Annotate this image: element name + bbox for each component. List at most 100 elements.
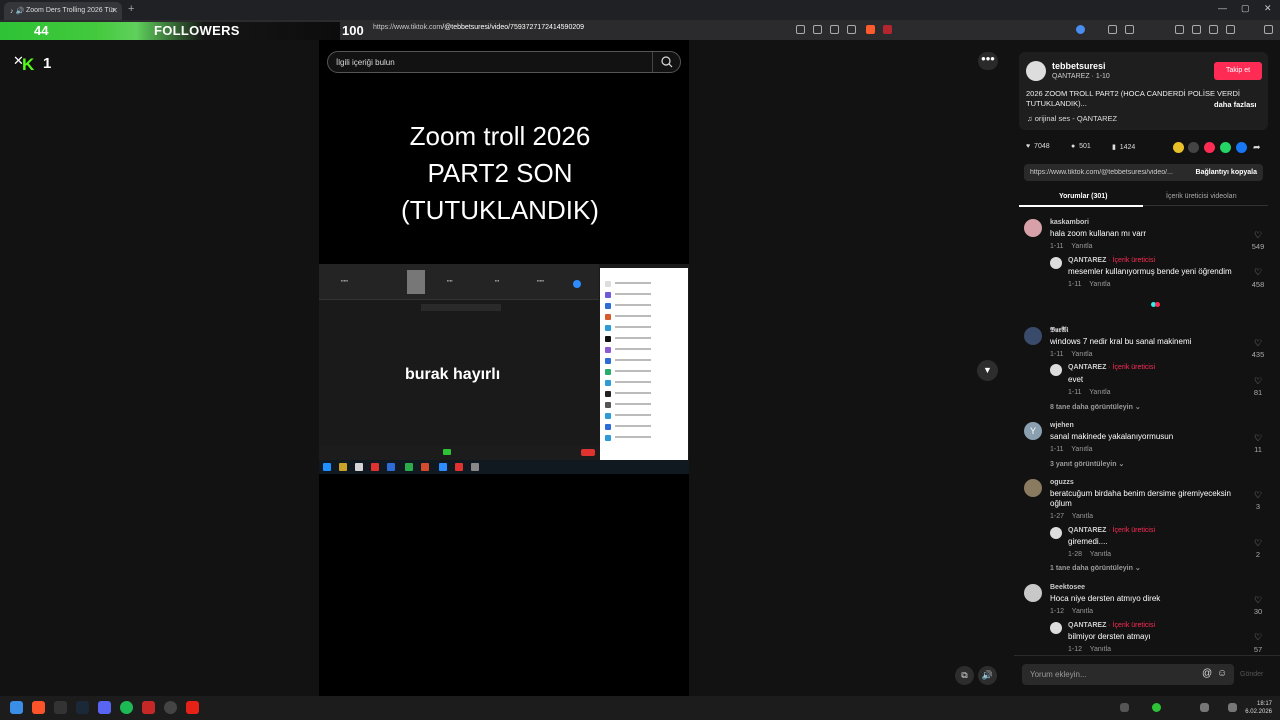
close-window-icon[interactable]: ✕: [1264, 3, 1272, 14]
comment-like-icon[interactable]: ♡: [1248, 490, 1268, 501]
brave-rewards-icon[interactable]: [883, 25, 892, 34]
url-field[interactable]: https://www.tiktok.com/@tebbetsuresi/vid…: [365, 24, 785, 36]
commenter-avatar[interactable]: [1024, 479, 1042, 497]
reply-avatar[interactable]: [1050, 364, 1062, 376]
reply-username[interactable]: QANTAREZ · İçerik üreticisi: [1068, 257, 1155, 264]
comment-username[interactable]: kaskambori: [1050, 219, 1089, 226]
menu-icon[interactable]: [1264, 25, 1273, 34]
comment-username[interactable]: oguzzs: [1050, 479, 1074, 486]
save-button[interactable]: ▮ 1424: [1112, 143, 1135, 151]
comment-like-icon[interactable]: ♡: [1248, 433, 1268, 444]
new-tab-icon[interactable]: +: [128, 3, 134, 15]
author-avatar[interactable]: [1026, 61, 1046, 81]
reply-button[interactable]: Yanıtla: [1089, 389, 1110, 396]
system-clock[interactable]: 18:17 6.02.2026: [1244, 700, 1272, 716]
brave-shield-icon[interactable]: [866, 25, 875, 34]
sidebar-icon[interactable]: [1209, 25, 1218, 34]
spotify-icon[interactable]: [120, 701, 133, 714]
game-launcher-icon[interactable]: [142, 701, 155, 714]
like-button[interactable]: ♥ 7048: [1026, 143, 1050, 150]
reply-button[interactable]: Yanıtla: [1071, 243, 1092, 250]
youtube-icon[interactable]: [186, 701, 199, 714]
download-icon[interactable]: [1175, 25, 1184, 34]
copy-link-button[interactable]: Bağlantıyı kopyala: [1196, 169, 1257, 176]
embed-icon[interactable]: [1188, 142, 1199, 153]
more-options-icon[interactable]: •••: [978, 52, 998, 70]
comment-username[interactable]: 𝕭𝖚𝖗𝕬𝖎: [1050, 327, 1068, 335]
share-icon[interactable]: [847, 25, 856, 34]
extension-icon[interactable]: [813, 25, 822, 34]
view-more-replies[interactable]: 3 yanıt görüntüleyin ⌄: [1050, 460, 1124, 468]
tray-volume-icon[interactable]: [1228, 703, 1237, 712]
share-friends-icon[interactable]: [1173, 142, 1184, 153]
profile-extension-icon[interactable]: [1076, 25, 1085, 34]
pip-icon[interactable]: ⧉: [955, 666, 974, 685]
tab-close-icon[interactable]: ✕: [111, 6, 118, 15]
tray-mic-icon[interactable]: [1200, 703, 1209, 712]
author-name[interactable]: tebbetsuresi: [1052, 61, 1106, 71]
reply-avatar[interactable]: [1050, 257, 1062, 269]
screenshot-icon[interactable]: [830, 25, 839, 34]
minimize-icon[interactable]: —: [1218, 3, 1227, 13]
facebook-icon[interactable]: [1236, 142, 1247, 153]
commenter-avatar[interactable]: Y: [1024, 422, 1042, 440]
volume-icon[interactable]: 🔊: [978, 666, 997, 685]
discord-icon[interactable]: [98, 701, 111, 714]
tab-comments[interactable]: Yorumlar (301): [1059, 193, 1108, 200]
reply-username[interactable]: QANTAREZ · İçerik üreticisi: [1068, 622, 1155, 629]
comment-like-icon[interactable]: ♡: [1248, 338, 1268, 349]
translate-icon[interactable]: [796, 25, 805, 34]
reply-button[interactable]: Yanıtla: [1072, 513, 1093, 520]
reply-button[interactable]: Yanıtla: [1072, 608, 1093, 615]
reply-avatar[interactable]: [1050, 622, 1062, 634]
comment-username[interactable]: Beektosee: [1050, 584, 1085, 591]
comment-input[interactable]: [1022, 664, 1192, 685]
search-icon[interactable]: [652, 52, 680, 72]
comment-username[interactable]: wjehen: [1050, 422, 1074, 429]
next-video-icon[interactable]: ▼: [977, 360, 998, 381]
post-link[interactable]: https://www.tiktok.com/@tebbetsuresi/vid…: [1030, 169, 1182, 176]
reply-button[interactable]: Yanıtla: [1071, 351, 1092, 358]
post-comment-button[interactable]: Gönder: [1240, 671, 1263, 678]
emoji-icon[interactable]: ☺: [1217, 668, 1227, 679]
reply-button[interactable]: Yanıtla: [1090, 551, 1111, 558]
wallet-icon[interactable]: [1125, 25, 1134, 34]
share-arrow-icon[interactable]: ➦: [1253, 142, 1261, 153]
vpn-icon[interactable]: [1108, 25, 1117, 34]
reply-like-icon[interactable]: ♡: [1248, 632, 1268, 643]
reply-button[interactable]: Yanıtla: [1090, 646, 1111, 653]
view-more-replies[interactable]: 8 tane daha görüntüleyin ⌄: [1050, 403, 1141, 411]
reply-avatar[interactable]: [1050, 527, 1062, 539]
media-icon[interactable]: [1192, 25, 1201, 34]
see-more-link[interactable]: daha fazlası: [1214, 100, 1257, 109]
view-more-replies[interactable]: 1 tane daha görüntüleyin ⌄: [1050, 564, 1141, 572]
comment-button[interactable]: ● 501: [1071, 143, 1091, 150]
tab-creator-videos[interactable]: İçerik üreticisi videoları: [1166, 193, 1237, 200]
follow-button[interactable]: Takip et: [1214, 62, 1262, 80]
reply-button[interactable]: Yanıtla: [1071, 446, 1092, 453]
commenter-avatar[interactable]: [1024, 219, 1042, 237]
mention-icon[interactable]: @: [1202, 668, 1212, 679]
reply-like-icon[interactable]: ♡: [1248, 538, 1268, 549]
tray-app-icon[interactable]: [1152, 703, 1161, 712]
reply-like-icon[interactable]: ♡: [1248, 376, 1268, 387]
commenter-avatar[interactable]: [1024, 584, 1042, 602]
reply-username[interactable]: QANTAREZ · İçerik üreticisi: [1068, 364, 1155, 371]
search-bar[interactable]: İlgili içeriği bulun: [327, 51, 681, 73]
browser-tab[interactable]: ♪ 🔊 Zoom Ders Trolling 2026 Tür ✕: [4, 2, 122, 20]
steam-icon[interactable]: [76, 701, 89, 714]
send-icon[interactable]: [1204, 142, 1215, 153]
reply-like-icon[interactable]: ♡: [1248, 267, 1268, 278]
reply-username[interactable]: QANTAREZ · İçerik üreticisi: [1068, 527, 1155, 534]
tray-network-icon[interactable]: [1120, 703, 1129, 712]
epic-games-icon[interactable]: [54, 701, 67, 714]
commenter-avatar[interactable]: [1024, 327, 1042, 345]
brave-browser-icon[interactable]: [32, 701, 45, 714]
comment-like-icon[interactable]: ♡: [1248, 595, 1268, 606]
obs-icon[interactable]: [164, 701, 177, 714]
whatsapp-icon[interactable]: [1220, 142, 1231, 153]
maximize-icon[interactable]: ▢: [1241, 3, 1250, 14]
bookmarks-icon[interactable]: [1226, 25, 1235, 34]
music-info[interactable]: ♫ orijinal ses - QANTAREZ: [1027, 114, 1117, 123]
reply-button[interactable]: Yanıtla: [1089, 281, 1110, 288]
